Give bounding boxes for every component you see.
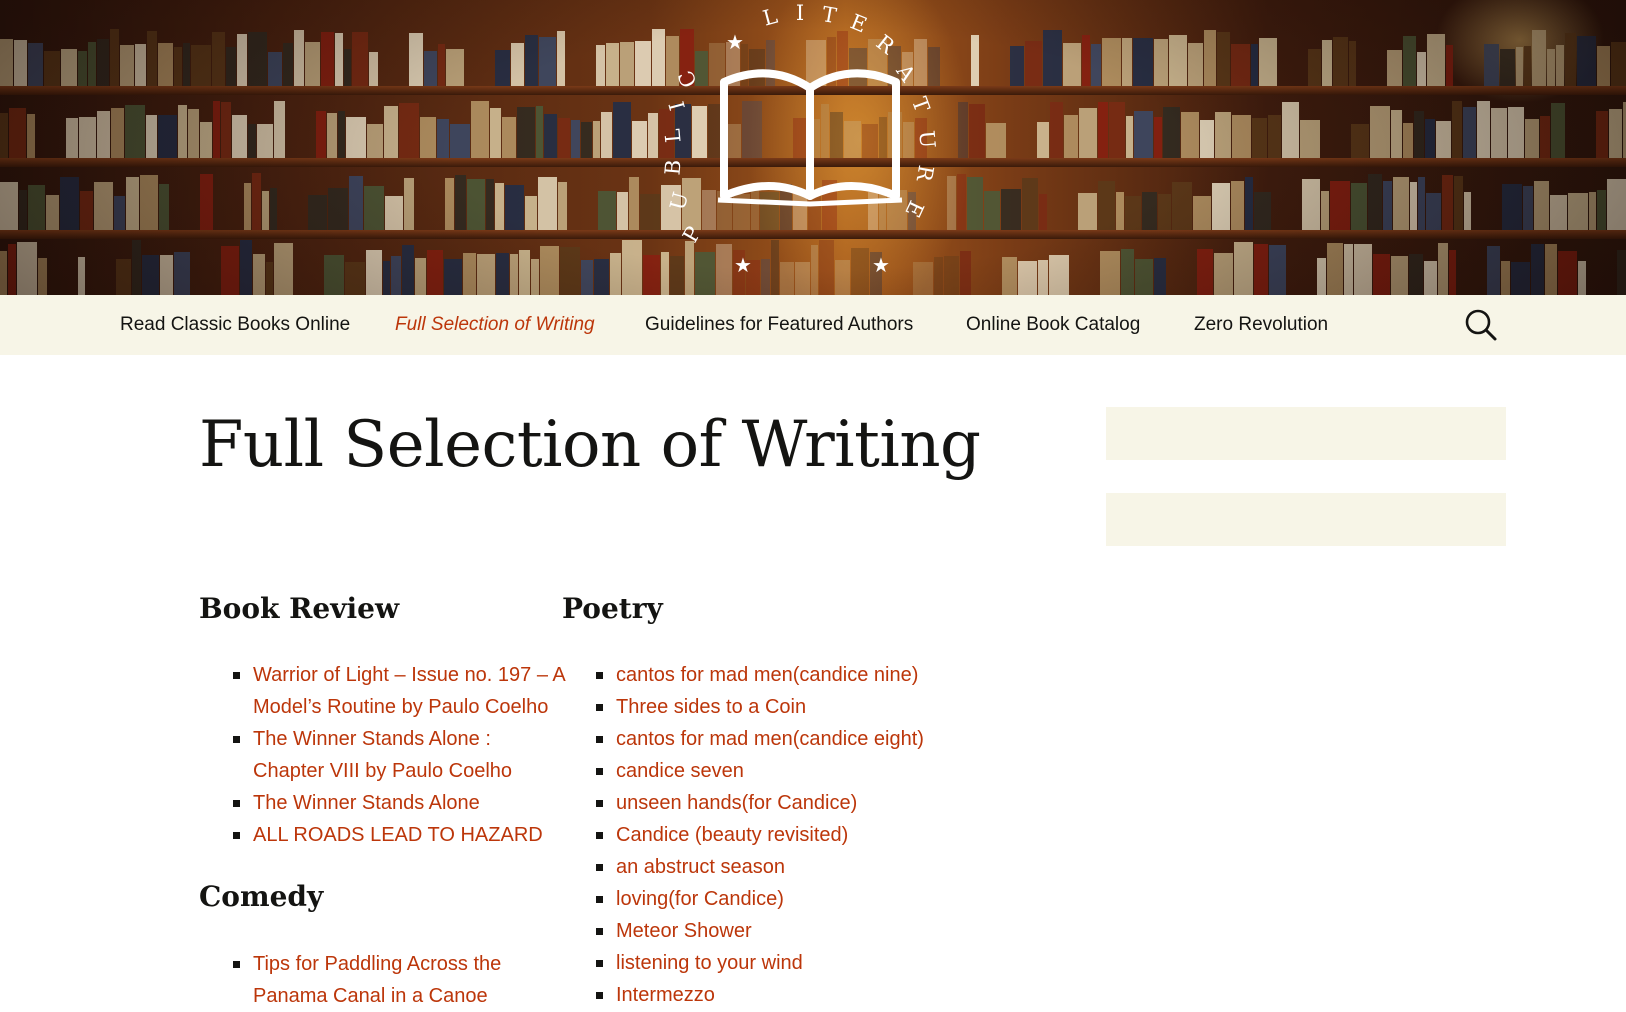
sidebar-widget	[1106, 407, 1506, 460]
svg-text:T: T	[820, 2, 838, 28]
svg-text:U: U	[665, 190, 693, 213]
poetry-link[interactable]: unseen hands(for Candice)	[616, 792, 857, 814]
list-item: Intermezzo	[563, 979, 983, 1011]
site-logo[interactable]: P U B L I C L I T E R A T U R E ★ ★ ★	[660, 0, 960, 290]
svg-text:L: L	[660, 128, 685, 144]
svg-text:B: B	[660, 159, 685, 176]
list-item: cantos for mad men(candice nine)	[563, 659, 983, 691]
svg-text:★: ★	[726, 30, 744, 54]
poetry-link[interactable]: Three sides to a Coin	[616, 696, 806, 718]
list-item: Warrior of Light – Issue no. 197 – A Mod…	[200, 659, 566, 723]
list-item: unseen hands(for Candice)	[563, 787, 983, 819]
list-item: The Winner Stands Alone	[200, 787, 566, 819]
svg-text:L: L	[760, 4, 780, 31]
svg-text:I: I	[665, 99, 690, 113]
svg-text:P: P	[678, 222, 706, 246]
nav-item-zero-revolution[interactable]: Zero Revolution	[1194, 295, 1328, 355]
svg-text:U: U	[914, 130, 939, 150]
main-navigation: Read Classic Books Online Full Selection…	[0, 295, 1626, 355]
poetry-link[interactable]: Meteor Shower	[616, 920, 752, 942]
heading-comedy: Comedy	[199, 880, 324, 913]
svg-text:★: ★	[872, 253, 890, 277]
list-item: The Winner Stands Alone : Chapter VIII b…	[200, 723, 566, 787]
poetry-link[interactable]: cantos for mad men(candice eight)	[616, 728, 924, 750]
open-book-logo-icon: P U B L I C L I T E R A T U R E ★ ★ ★	[660, 1, 939, 277]
search-toggle-button[interactable]	[1464, 308, 1498, 342]
poetry-link[interactable]: Candice (beauty revisited)	[616, 824, 848, 846]
list-item: Meteor Shower	[563, 915, 983, 947]
list-item: Candice (beauty revisited)	[563, 819, 983, 851]
book-review-list: Warrior of Light – Issue no. 197 – A Mod…	[200, 659, 566, 851]
book-review-link[interactable]: Warrior of Light – Issue no. 197 – A Mod…	[253, 664, 565, 718]
poetry-link[interactable]: candice seven	[616, 760, 744, 782]
list-item: an abstruct season	[563, 851, 983, 883]
svg-text:T: T	[907, 94, 934, 115]
poetry-link[interactable]: an abstruct season	[616, 856, 785, 878]
svg-text:R: R	[872, 30, 900, 59]
svg-text:E: E	[847, 10, 870, 38]
book-review-link[interactable]: The Winner Stands Alone : Chapter VIII b…	[253, 728, 512, 782]
poetry-link[interactable]: cantos for mad men(candice nine)	[616, 664, 918, 686]
svg-text:E: E	[900, 197, 928, 221]
list-item: Three sides to a Coin	[563, 691, 983, 723]
book-review-link[interactable]: The Winner Stands Alone	[253, 792, 480, 814]
comedy-list: Tips for Paddling Across the Panama Cana…	[200, 948, 540, 1012]
page-title: Full Selection of Writing	[199, 408, 981, 482]
list-item: listening to your wind	[563, 947, 983, 979]
book-review-link[interactable]: ALL ROADS LEAD TO HAZARD	[253, 824, 543, 846]
list-item: candice seven	[563, 755, 983, 787]
nav-item-online-book-catalog[interactable]: Online Book Catalog	[966, 295, 1140, 355]
nav-item-guidelines-for-featured-authors[interactable]: Guidelines for Featured Authors	[645, 295, 913, 355]
nav-item-read-classic-books-online[interactable]: Read Classic Books Online	[120, 295, 350, 355]
nav-item-full-selection-of-writing[interactable]: Full Selection of Writing	[395, 295, 595, 355]
heading-poetry: Poetry	[562, 592, 663, 625]
poetry-link[interactable]: Intermezzo	[616, 984, 715, 1006]
svg-text:C: C	[673, 67, 702, 92]
poetry-link[interactable]: loving(for Candice)	[616, 888, 784, 910]
list-item: ALL ROADS LEAD TO HAZARD	[200, 819, 566, 851]
sidebar-widget	[1106, 493, 1506, 546]
list-item: Tips for Paddling Across the Panama Cana…	[200, 948, 540, 1012]
svg-text:R: R	[911, 163, 938, 184]
header-banner: P U B L I C L I T E R A T U R E ★ ★ ★	[0, 0, 1626, 295]
search-icon	[1465, 309, 1497, 341]
list-item: cantos for mad men(candice eight)	[563, 723, 983, 755]
svg-text:★: ★	[734, 253, 752, 277]
poetry-list: cantos for mad men(candice nine) Three s…	[563, 659, 983, 1011]
poetry-link[interactable]: listening to your wind	[616, 952, 803, 974]
svg-text:I: I	[796, 1, 804, 25]
heading-book-review: Book Review	[199, 592, 400, 625]
comedy-link[interactable]: Tips for Paddling Across the Panama Cana…	[253, 953, 501, 1007]
list-item: loving(for Candice)	[563, 883, 983, 915]
